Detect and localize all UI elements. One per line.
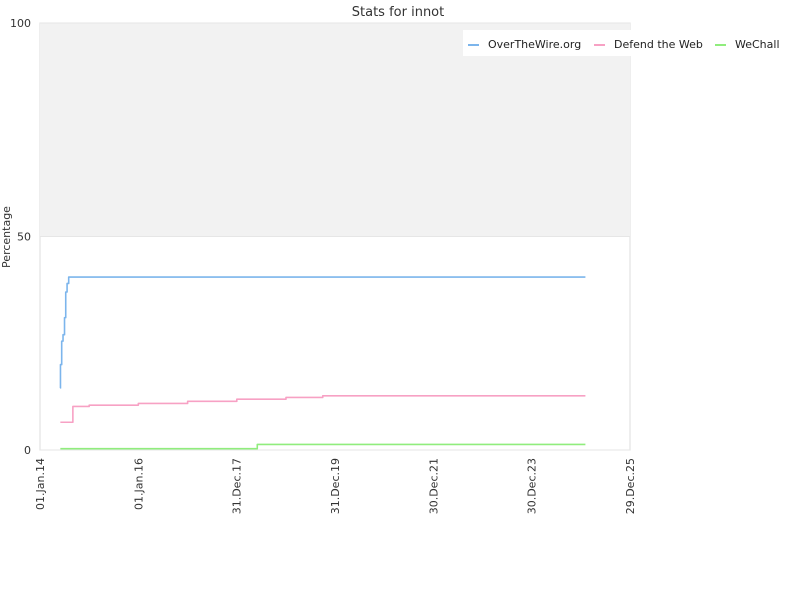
y-tick-label: 100 xyxy=(10,17,31,30)
chart: Stats for innot Percentage 0 50 100 01.Jan… xyxy=(0,5,783,514)
x-tick-label: 30.Dec.21 xyxy=(427,458,440,514)
x-tick-label: 29.Dec.25 xyxy=(624,458,637,514)
legend-label: Defend the Web xyxy=(614,38,703,51)
legend: OverTheWire.org Defend the Web WeChall xyxy=(463,30,783,56)
y-tick-label: 50 xyxy=(17,231,31,244)
x-tick-label: 31.Dec.19 xyxy=(329,458,342,514)
x-tick-label: 01.Jan.14 xyxy=(34,458,47,510)
x-tick-label: 01.Jan.16 xyxy=(132,458,145,510)
x-tick-label: 31.Dec.17 xyxy=(231,458,244,514)
legend-label: OverTheWire.org xyxy=(488,38,581,51)
y-tick-label: 0 xyxy=(24,444,31,457)
chart-title: Stats for innot xyxy=(352,5,444,20)
x-tick-label: 30.Dec.23 xyxy=(526,458,539,514)
y-axis-label: Percentage xyxy=(0,206,13,268)
legend-label: WeChall xyxy=(735,38,780,51)
